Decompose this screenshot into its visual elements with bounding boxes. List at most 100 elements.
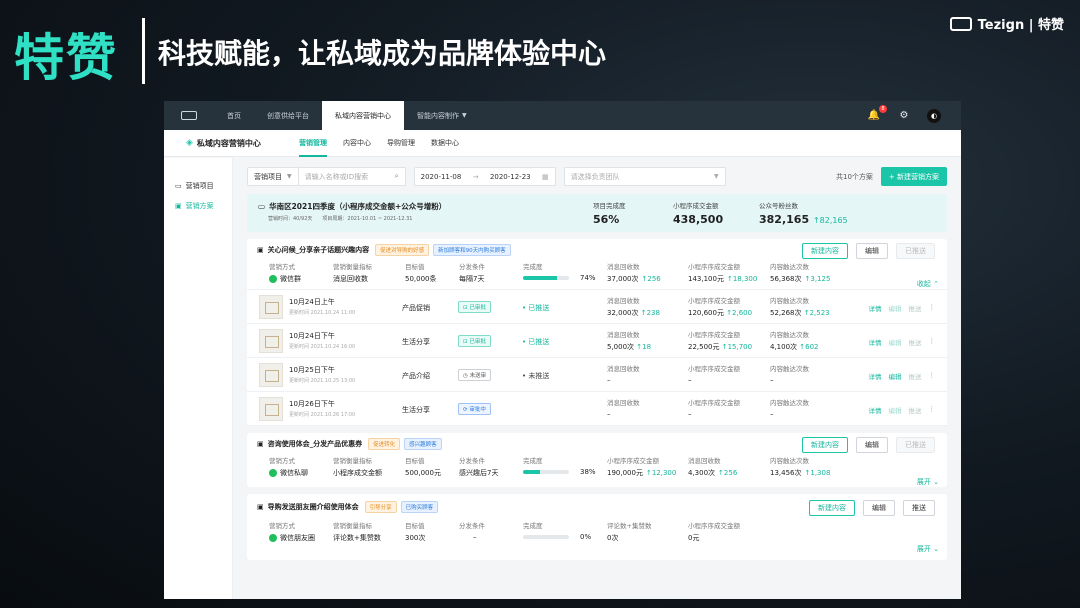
topnav-private-marketing[interactable]: 私域内容营销中心 xyxy=(322,101,404,130)
project-title-text: 华南区2021四季度（小程序成交金额+公众号增粉） xyxy=(269,202,447,211)
expand-toggle[interactable]: 展开 ⌄ xyxy=(917,544,939,554)
metric-label: 营销方式 xyxy=(269,522,295,530)
user-avatar[interactable]: ◐ xyxy=(927,108,941,123)
edit-link[interactable]: 编辑 xyxy=(889,303,902,313)
row-actions: 详情 编辑 推送 ⋮ xyxy=(869,405,936,415)
metric-value: 120,600元 ↑2,600 xyxy=(688,308,752,318)
metric-target: 目标值 500,000元 xyxy=(405,455,441,478)
metric-value: 5,000次 ↑18 xyxy=(607,342,651,352)
content-category: 生活分享 xyxy=(402,338,430,346)
metric-target: 目标值 300次 xyxy=(405,520,425,543)
metric-number: – xyxy=(770,410,774,418)
metric-number: 13,456次 xyxy=(770,469,802,477)
edit-button[interactable]: 编辑 xyxy=(856,437,888,453)
sidebar-item-label: 营销项目 xyxy=(185,182,214,190)
push-button[interactable]: 推送 xyxy=(903,500,935,516)
search-input[interactable]: 请输入名称或ID搜索 ⌕ xyxy=(298,167,406,186)
tab-marketing-management[interactable]: 营销管理 xyxy=(291,130,335,157)
bell-icon[interactable]: 🔔 8 xyxy=(867,105,887,121)
push-link[interactable]: 推送 xyxy=(909,371,922,381)
push-link[interactable]: 推送 xyxy=(909,405,922,415)
metric-mini-amount: 小程序序成交金额 0元 xyxy=(688,520,740,543)
more-icon[interactable]: ⋮ xyxy=(929,405,936,415)
push-status: • 已推送 xyxy=(522,303,549,313)
more-icon[interactable]: ⋮ xyxy=(929,337,936,347)
sidebar-item-projects[interactable]: ▭ 营销项目 xyxy=(164,176,232,196)
metric-number: 143,100元 xyxy=(688,275,724,283)
metric-label: 内容触达次数 xyxy=(770,331,809,339)
collapse-toggle[interactable]: 收起 ⌃ xyxy=(917,279,939,289)
metric-label: 消息回收数 xyxy=(607,331,640,339)
new-content-button[interactable]: 新建内容 xyxy=(809,500,855,516)
new-plan-button[interactable]: + 新建营销方案 xyxy=(880,167,947,186)
expand-toggle[interactable]: 展开 ⌄ xyxy=(917,477,939,487)
metric-number: 52,268次 xyxy=(770,309,802,317)
detail-link[interactable]: 详情 xyxy=(869,405,882,415)
calendar-icon: ▣ xyxy=(257,503,264,511)
metric-number: 4,300次 xyxy=(688,469,716,477)
pushed-button[interactable]: 已推送 xyxy=(896,437,935,453)
audience-tag: 感兴趣顾客 xyxy=(404,438,442,450)
metric-value: 微信朋友圈 xyxy=(269,533,315,543)
push-link[interactable]: 推送 xyxy=(909,303,922,313)
method-text: 微信朋友圈 xyxy=(280,534,315,542)
team-select[interactable]: 请选择负责团队 ▼ xyxy=(563,167,726,186)
app-logo[interactable] xyxy=(164,101,214,130)
gear-icon[interactable]: ⚙ xyxy=(897,110,911,121)
tab-data-center[interactable]: 数据中心 xyxy=(423,130,467,157)
edit-link[interactable]: 编辑 xyxy=(889,337,902,347)
more-icon[interactable]: ⋮ xyxy=(929,371,936,381)
progress-fill xyxy=(523,470,541,474)
more-icon[interactable]: ⋮ xyxy=(929,303,936,313)
metric-value: 微信私聊 xyxy=(269,468,308,478)
push-link[interactable]: 推送 xyxy=(909,337,922,347)
content-row: 10月26日下午 更新时间 2021.10.26 17:00 生活分享 ⟳ 审批中 消息… xyxy=(247,392,947,426)
tab-content-center[interactable]: 内容中心 xyxy=(335,130,379,157)
metric-label: 内容触达次数 xyxy=(770,263,809,271)
progress-bar xyxy=(523,535,569,539)
plan-metrics: 营销方式 微信私聊 营销衡量指标 小程序成交金额 目标值 500,000元 分发条件感… xyxy=(247,455,947,487)
edit-link[interactable]: 编辑 xyxy=(889,371,902,381)
detail-link[interactable]: 详情 xyxy=(869,371,882,381)
tab-guide-management[interactable]: 导购管理 xyxy=(379,130,423,157)
edit-link[interactable]: 编辑 xyxy=(889,405,902,415)
date-range-picker[interactable]: 2020-11-08 → 2020-12-23 ▦ xyxy=(413,167,556,186)
edit-button[interactable]: 编辑 xyxy=(856,243,888,259)
plan-card: ▣ 导购发送朋友圈介绍使用体会 引导分享 已购买顾客 新建内容 编辑 推送 营销方… xyxy=(247,494,947,560)
new-content-button[interactable]: 新建内容 xyxy=(802,437,848,453)
plan-card: ▣ 咨询使用体会_分发产品优惠券 促进转化 感兴趣顾客 新建内容 编辑 已推送 营… xyxy=(247,433,947,487)
detail-link[interactable]: 详情 xyxy=(869,303,882,313)
push-status: • 已推送 xyxy=(522,337,549,347)
metric-content-reach: 内容触达次数 13,456次 ↑1,308 xyxy=(770,455,830,478)
collapse-text: 收起 xyxy=(916,280,931,288)
row-msg-recv: 消息回收数 32,000次 ↑238 xyxy=(607,295,660,318)
content-thumbnail[interactable] xyxy=(259,329,283,353)
metric-label: 内容触达次数 xyxy=(770,399,809,407)
pushed-button[interactable]: 已推送 xyxy=(896,243,935,259)
topnav-creative-supply[interactable]: 创意供给平台 xyxy=(254,101,322,130)
content-thumbnail[interactable] xyxy=(259,295,283,319)
review-status-text: 已审批 xyxy=(469,305,486,311)
row-msg-recv: 消息回收数 – xyxy=(607,363,640,384)
logo-icon xyxy=(181,111,197,120)
content-thumbnail[interactable] xyxy=(259,397,283,421)
metric-delta: ↑256 xyxy=(641,275,661,283)
metric-msg-recv: 消息回收数 4,300次 ↑256 xyxy=(688,455,737,478)
topnav-home[interactable]: 首页 xyxy=(214,101,254,130)
push-status: • 未推送 xyxy=(522,371,549,381)
row-actions: 详情 编辑 推送 ⋮ xyxy=(869,371,936,381)
new-content-button[interactable]: 新建内容 xyxy=(802,243,848,259)
content-thumbnail[interactable] xyxy=(259,363,283,387)
tezign-logo-icon xyxy=(949,16,972,31)
stat-followers: 公众号粉丝数 382,165 ↑82,165 xyxy=(759,200,848,226)
sidebar-item-plans[interactable]: ▣ 营销方案 xyxy=(164,196,232,216)
metric-value: 190,000元 ↑12,300 xyxy=(607,468,676,478)
project-select-value: 营销项目 xyxy=(254,172,282,181)
detail-link[interactable]: 详情 xyxy=(869,337,882,347)
project-time: 营销时间：40/92天 xyxy=(268,216,313,222)
method-text: 微信群 xyxy=(280,275,301,283)
goal-tag: 促进转化 xyxy=(368,438,401,450)
edit-button[interactable]: 编辑 xyxy=(863,500,895,516)
topnav-smart-content[interactable]: 智能内容制作 ▼ xyxy=(404,101,480,130)
project-select[interactable]: 营销项目 ▼ xyxy=(247,167,299,186)
